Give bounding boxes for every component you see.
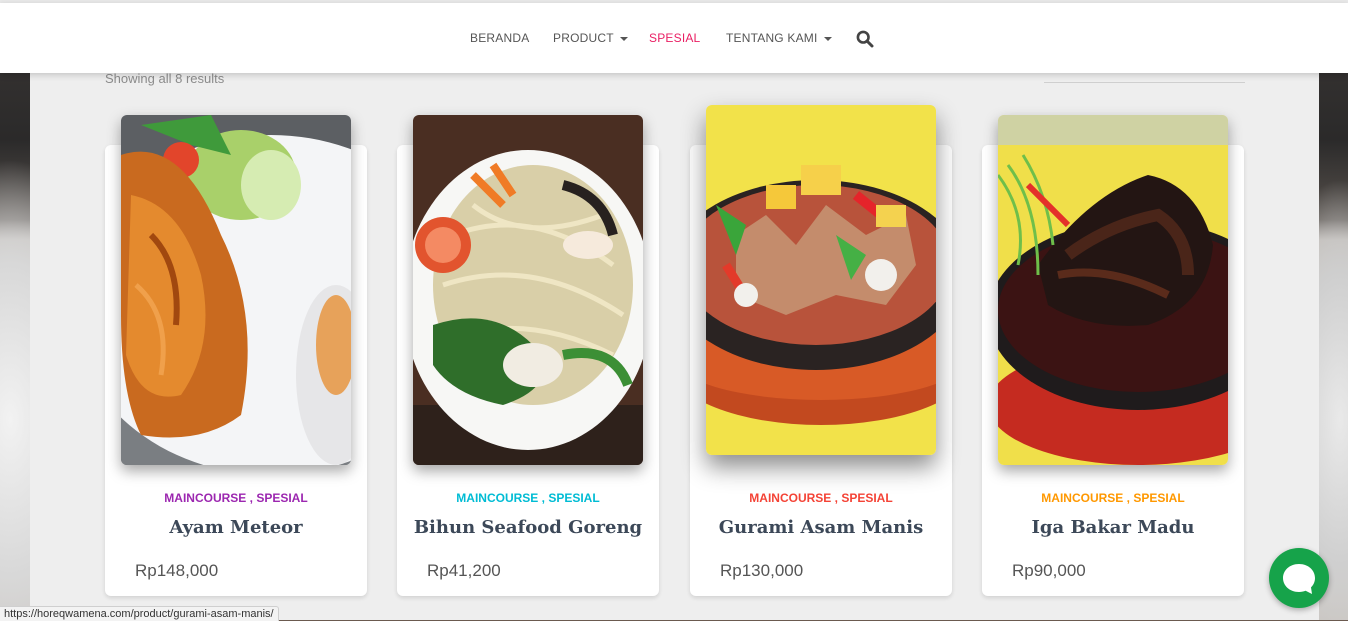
category-separator: , xyxy=(1123,491,1134,505)
product-image-ayam-meteor[interactable] xyxy=(121,115,351,465)
nav-tentang-kami-label: TENTANG KAMI xyxy=(726,31,818,45)
sort-select[interactable] xyxy=(1044,82,1245,83)
product-categories: MAINCOURSE , SPESIAL xyxy=(982,491,1244,505)
product-card[interactable]: MAINCOURSE , SPESIAL Gurami Asam Manis R… xyxy=(690,105,952,596)
product-image-gurami-asam-manis[interactable] xyxy=(706,105,936,455)
category-separator: , xyxy=(831,491,842,505)
product-price: Rp148,000 xyxy=(135,561,219,580)
category-link[interactable]: SPESIAL xyxy=(1133,491,1184,505)
product-categories: MAINCOURSE , SPESIAL xyxy=(105,491,367,505)
product-title[interactable]: Gurami Asam Manis xyxy=(690,517,952,538)
product-title[interactable]: Ayam Meteor xyxy=(105,517,367,538)
shop-content: Showing all 8 results MAINCOURSE , SPESI… xyxy=(30,71,1319,620)
product-categories: MAINCOURSE , SPESIAL xyxy=(690,491,952,505)
product-image-iga-bakar-madu[interactable] xyxy=(998,115,1228,465)
nav-tentang-kami[interactable]: TENTANG KAMI xyxy=(726,31,832,45)
category-link[interactable]: MAINCOURSE xyxy=(1041,491,1123,505)
chevron-down-icon xyxy=(823,36,832,41)
nav-spesial[interactable]: SPESIAL xyxy=(649,31,700,45)
product-card[interactable]: MAINCOURSE , SPESIAL Ayam Meteor Rp148,0… xyxy=(105,115,367,596)
product-price: Rp90,000 xyxy=(1012,561,1086,580)
category-link[interactable]: MAINCOURSE xyxy=(749,491,831,505)
status-bar-url: https://horeqwamena.com/product/gurami-a… xyxy=(0,606,279,621)
search-icon[interactable] xyxy=(856,30,874,48)
nav-product-label: PRODUCT xyxy=(553,31,614,45)
category-link[interactable]: SPESIAL xyxy=(841,491,892,505)
product-price: Rp130,000 xyxy=(720,561,804,580)
chevron-down-icon xyxy=(619,36,628,41)
product-card[interactable]: MAINCOURSE , SPESIAL Iga Bakar Madu Rp90… xyxy=(982,115,1244,596)
category-separator: , xyxy=(538,491,549,505)
results-count: Showing all 8 results xyxy=(105,71,225,86)
category-link[interactable]: MAINCOURSE xyxy=(456,491,538,505)
nav-beranda[interactable]: BERANDA xyxy=(470,31,529,45)
product-title[interactable]: Iga Bakar Madu xyxy=(982,517,1244,538)
product-price: Rp41,200 xyxy=(427,561,501,580)
category-link[interactable]: SPESIAL xyxy=(256,491,307,505)
category-link[interactable]: SPESIAL xyxy=(548,491,599,505)
nav-product[interactable]: PRODUCT xyxy=(553,31,628,45)
chat-bubble-icon[interactable] xyxy=(1269,548,1329,608)
product-categories: MAINCOURSE , SPESIAL xyxy=(397,491,659,505)
category-link[interactable]: MAINCOURSE xyxy=(164,491,246,505)
category-separator: , xyxy=(246,491,257,505)
product-title[interactable]: Bihun Seafood Goreng xyxy=(397,517,659,538)
product-card[interactable]: MAINCOURSE , SPESIAL Bihun Seafood Goren… xyxy=(397,115,659,596)
product-image-bihun-seafood-goreng[interactable] xyxy=(413,115,643,465)
main-navbar: BERANDA PRODUCT SPESIAL TENTANG KAMI xyxy=(0,3,1348,73)
